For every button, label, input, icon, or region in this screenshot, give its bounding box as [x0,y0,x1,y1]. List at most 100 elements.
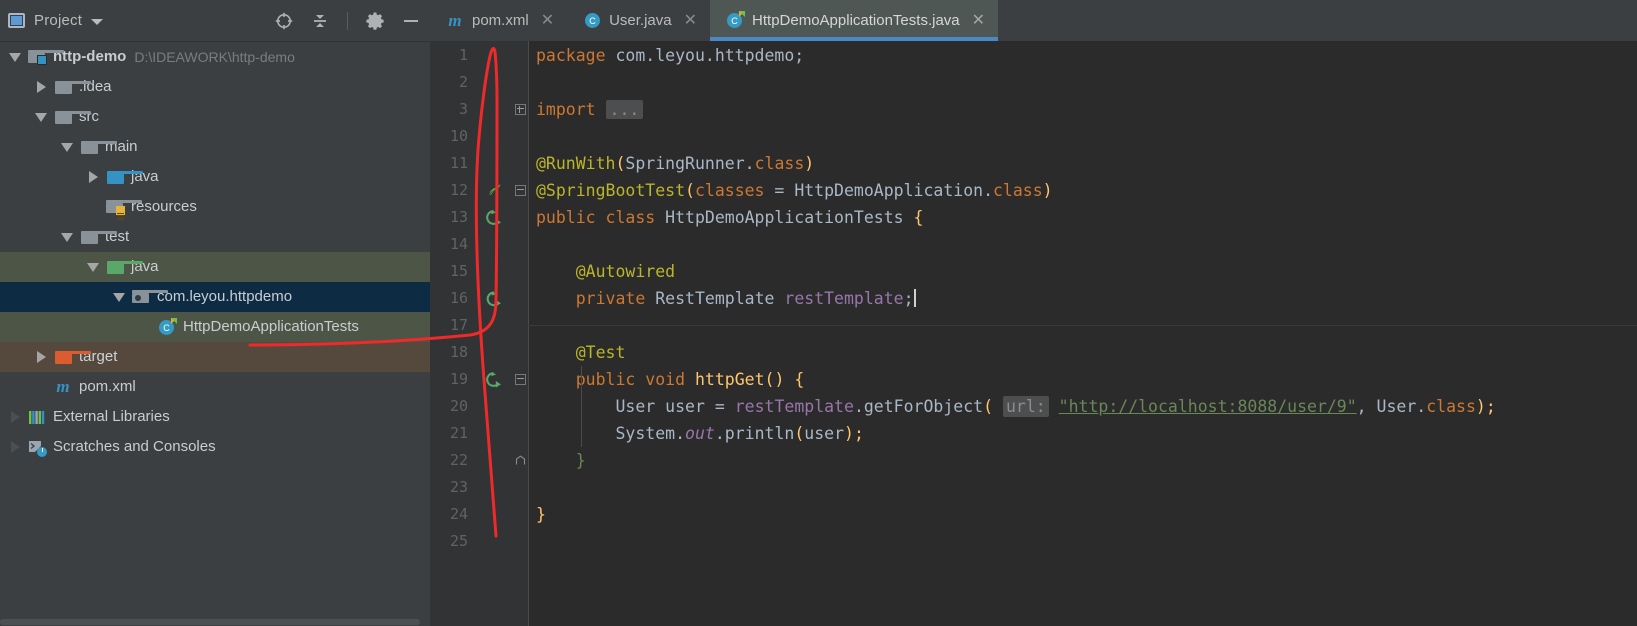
code-token: System [615,424,676,443]
code-token: RestTemplate [655,289,775,308]
collapse-all-icon[interactable] [309,10,331,32]
code-line-18[interactable]: @Test [536,339,626,366]
code-line-13[interactable]: public class HttpDemoApplicationTests { [536,204,923,231]
code-line-19[interactable]: public void httpGet() { [536,366,805,393]
folded-imports[interactable]: ... [605,100,644,119]
code-line-20[interactable]: User user = restTemplate.getForObject( u… [536,393,1496,420]
code-line-11[interactable]: @RunWith(SpringRunner.class) [536,150,814,177]
code-token: public [536,208,596,227]
fold-expand-icon[interactable] [513,96,527,123]
tree-node-httpdemoapplicationtests[interactable]: C HttpDemoApplicationTests [0,312,430,342]
line-number: 13 [449,208,468,226]
code-token: . [1416,397,1427,416]
tree-node-main[interactable]: main [0,132,430,162]
code-line-3[interactable]: import ... [536,96,644,123]
editor-gutter[interactable]: 1 2 3 10 11 12 13 14 15 16 17 18 19 20 21 22 23 24 25 [430,41,512,626]
tree-toggle-collapsed-icon[interactable] [30,351,52,363]
test-sources-root-folder-icon [104,260,143,274]
code-line-24[interactable]: } [536,501,546,528]
minimize-icon[interactable] [400,10,422,32]
tree-toggle-expanded-icon[interactable] [108,292,130,302]
tree-node-http-demo[interactable]: http-demo D:\IDEAWORK\http-demo [0,42,430,72]
code-token: @RunWith [536,154,616,173]
code-token: public [575,370,636,389]
tree-node-test[interactable]: test [0,222,430,252]
tree-toggle-collapsed-icon[interactable] [82,171,104,183]
code-token: . [675,424,686,443]
spring-bean-icon[interactable] [484,177,504,204]
tree-toggle-expanded-icon[interactable] [30,112,52,122]
locate-target-icon[interactable] [273,10,295,32]
fold-end-icon[interactable] [513,447,527,474]
close-icon[interactable]: ✕ [684,12,697,29]
tree-toggle-expanded-icon[interactable] [4,52,26,62]
gear-icon[interactable] [364,10,386,32]
chevron-down-icon[interactable] [91,19,104,25]
tree-node-java[interactable]: java [0,162,430,192]
tree-node-pom-xml[interactable]: m pom.xml [0,372,430,402]
editor-tab-user-java[interactable]: C User.java ✕ [567,0,710,41]
line-number: 11 [449,154,468,172]
excluded-folder-icon [52,350,91,364]
project-tree[interactable]: http-demo D:\IDEAWORK\http-demo .idea src ma… [0,42,430,462]
sidebar-horizontal-scrollbar[interactable] [0,618,430,626]
code-token: @SpringBootTest [536,181,686,200]
project-panel-toolbar [273,0,422,41]
code-token: "http://localhost:8088/user/9" [1058,397,1357,416]
tree-toggle-expanded-icon[interactable] [82,262,104,272]
code-token: ( [615,154,626,173]
line-number: 18 [449,343,468,361]
code-content[interactable]: package com.leyou.httpdemo; import ... @Ru… [528,41,1637,626]
tree-toggle-collapsed-icon[interactable] [4,441,26,453]
editor-tab-label: pom.xml [472,12,529,29]
code-token: . [853,397,864,416]
code-token: private [575,289,646,308]
tree-node-external-libraries[interactable]: External Libraries [0,402,430,432]
editor-fold-strip[interactable] [512,41,528,626]
run-test-icon[interactable] [484,366,504,393]
code-line-1[interactable]: package com.leyou.httpdemo; [536,42,804,69]
code-line-22[interactable]: } [536,447,586,474]
fold-collapse-icon[interactable] [513,177,527,204]
tree-toggle-collapsed-icon[interactable] [4,411,26,423]
maven-pom-icon: m [448,10,462,30]
code-token: User [1376,397,1417,416]
close-icon[interactable]: ✕ [972,12,985,29]
fold-collapse-icon[interactable] [513,366,527,393]
scrollbar-thumb[interactable] [0,619,420,625]
code-line-12[interactable]: @SpringBootTest(classes = HttpDemoApplic… [536,177,1053,204]
indent-guide [581,366,582,447]
line-number: 15 [449,262,468,280]
code-token: class [1426,397,1476,416]
tree-node-idea[interactable]: .idea [0,72,430,102]
code-line-21[interactable]: System.out.println(user); [536,420,863,447]
editor-tab-httpdemoapplicationtests-java[interactable]: C HttpDemoApplicationTests.java ✕ [710,0,999,41]
tree-node-label: HttpDemoApplicationTests [183,318,359,335]
tree-node-resources[interactable]: resources [0,192,430,222]
tree-node-label: External Libraries [53,408,170,425]
code-token: User [615,397,656,416]
code-line-16[interactable]: private RestTemplate restTemplate; [536,285,916,312]
project-panel-title-group[interactable]: Project [0,12,104,29]
code-token: } [575,451,586,470]
editor-tab-pom-xml[interactable]: m pom.xml ✕ [430,0,567,41]
tree-toggle-expanded-icon[interactable] [56,142,78,152]
tree-node-scratches-and-consoles[interactable]: Scratches and Consoles [0,432,430,462]
tree-node-src[interactable]: src [0,102,430,132]
run-test-icon[interactable] [484,204,504,231]
code-token: HttpDemoApplicationTests [665,208,904,227]
code-editor[interactable]: 1 2 3 10 11 12 13 14 15 16 17 18 19 20 21 22 23 24 25 pack… [430,41,1637,626]
code-token: = [764,181,795,200]
parameter-hint: url: [1002,396,1049,417]
tree-toggle-collapsed-icon[interactable] [30,81,52,93]
code-line-15[interactable]: @Autowired [536,258,675,285]
tree-node-java[interactable]: java [0,252,430,282]
folder-icon [52,110,91,124]
tree-toggle-expanded-icon[interactable] [56,232,78,242]
package-folder-icon [130,290,168,304]
tree-node-target[interactable]: target [0,342,430,372]
tree-node-com-leyou-httpdemo[interactable]: com.leyou.httpdemo [0,282,430,312]
spring-autowired-icon[interactable] [484,285,504,312]
java-test-class-icon: C [726,11,746,29]
close-icon[interactable]: ✕ [541,12,554,29]
